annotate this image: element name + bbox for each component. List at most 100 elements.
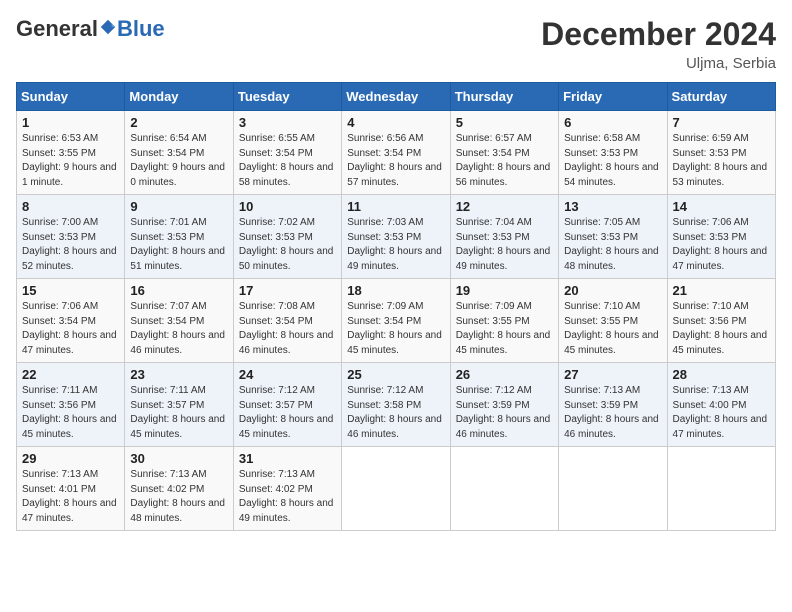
- day-info: Sunrise: 7:12 AM Sunset: 3:58 PM Dayligh…: [347, 384, 444, 442]
- day-number: 10: [239, 199, 336, 214]
- day-info: Sunrise: 7:12 AM Sunset: 3:59 PM Dayligh…: [456, 384, 553, 442]
- day-number: 4: [347, 115, 444, 130]
- day-info: Sunrise: 7:05 AM Sunset: 3:53 PM Dayligh…: [564, 216, 661, 274]
- page-header: General Blue December 2024 Uljma, Serbia: [16, 16, 776, 72]
- day-number: 13: [564, 199, 661, 214]
- day-of-week-header: Thursday: [450, 83, 558, 111]
- day-info: Sunrise: 7:13 AM Sunset: 3:59 PM Dayligh…: [564, 384, 661, 442]
- calendar-cell: 31 Sunrise: 7:13 AM Sunset: 4:02 PM Dayl…: [233, 447, 341, 531]
- day-number: 24: [239, 367, 336, 382]
- day-number: 19: [456, 283, 553, 298]
- day-info: Sunrise: 7:11 AM Sunset: 3:57 PM Dayligh…: [130, 384, 227, 442]
- calendar-cell: 10 Sunrise: 7:02 AM Sunset: 3:53 PM Dayl…: [233, 195, 341, 279]
- day-number: 29: [22, 451, 119, 466]
- day-info: Sunrise: 7:11 AM Sunset: 3:56 PM Dayligh…: [22, 384, 119, 442]
- day-number: 31: [239, 451, 336, 466]
- day-info: Sunrise: 7:06 AM Sunset: 3:54 PM Dayligh…: [22, 300, 119, 358]
- day-info: Sunrise: 6:55 AM Sunset: 3:54 PM Dayligh…: [239, 132, 336, 190]
- day-info: Sunrise: 6:56 AM Sunset: 3:54 PM Dayligh…: [347, 132, 444, 190]
- day-info: Sunrise: 7:00 AM Sunset: 3:53 PM Dayligh…: [22, 216, 119, 274]
- day-of-week-header: Tuesday: [233, 83, 341, 111]
- calendar-cell: 4 Sunrise: 6:56 AM Sunset: 3:54 PM Dayli…: [342, 111, 450, 195]
- day-of-week-header: Friday: [559, 83, 667, 111]
- calendar-cell: [342, 447, 450, 531]
- calendar-cell: 14 Sunrise: 7:06 AM Sunset: 3:53 PM Dayl…: [667, 195, 775, 279]
- calendar-cell: 15 Sunrise: 7:06 AM Sunset: 3:54 PM Dayl…: [17, 279, 125, 363]
- title-area: December 2024 Uljma, Serbia: [541, 16, 776, 72]
- day-number: 26: [456, 367, 553, 382]
- day-info: Sunrise: 7:03 AM Sunset: 3:53 PM Dayligh…: [347, 216, 444, 274]
- day-number: 6: [564, 115, 661, 130]
- calendar-cell: 13 Sunrise: 7:05 AM Sunset: 3:53 PM Dayl…: [559, 195, 667, 279]
- calendar-cell: 22 Sunrise: 7:11 AM Sunset: 3:56 PM Dayl…: [17, 363, 125, 447]
- day-number: 17: [239, 283, 336, 298]
- logo-blue: Blue: [117, 16, 165, 42]
- day-info: Sunrise: 6:54 AM Sunset: 3:54 PM Dayligh…: [130, 132, 227, 190]
- calendar-cell: [559, 447, 667, 531]
- day-number: 1: [22, 115, 119, 130]
- day-info: Sunrise: 7:13 AM Sunset: 4:01 PM Dayligh…: [22, 468, 119, 526]
- calendar-cell: 29 Sunrise: 7:13 AM Sunset: 4:01 PM Dayl…: [17, 447, 125, 531]
- day-number: 9: [130, 199, 227, 214]
- day-info: Sunrise: 7:13 AM Sunset: 4:02 PM Dayligh…: [130, 468, 227, 526]
- day-number: 30: [130, 451, 227, 466]
- day-info: Sunrise: 6:59 AM Sunset: 3:53 PM Dayligh…: [673, 132, 770, 190]
- day-number: 16: [130, 283, 227, 298]
- day-number: 22: [22, 367, 119, 382]
- day-info: Sunrise: 7:13 AM Sunset: 4:02 PM Dayligh…: [239, 468, 336, 526]
- calendar-cell: 16 Sunrise: 7:07 AM Sunset: 3:54 PM Dayl…: [125, 279, 233, 363]
- calendar-cell: 6 Sunrise: 6:58 AM Sunset: 3:53 PM Dayli…: [559, 111, 667, 195]
- calendar-cell: 1 Sunrise: 6:53 AM Sunset: 3:55 PM Dayli…: [17, 111, 125, 195]
- calendar-cell: 8 Sunrise: 7:00 AM Sunset: 3:53 PM Dayli…: [17, 195, 125, 279]
- calendar-cell: 28 Sunrise: 7:13 AM Sunset: 4:00 PM Dayl…: [667, 363, 775, 447]
- calendar-cell: 27 Sunrise: 7:13 AM Sunset: 3:59 PM Dayl…: [559, 363, 667, 447]
- day-number: 2: [130, 115, 227, 130]
- day-info: Sunrise: 7:06 AM Sunset: 3:53 PM Dayligh…: [673, 216, 770, 274]
- calendar-cell: 7 Sunrise: 6:59 AM Sunset: 3:53 PM Dayli…: [667, 111, 775, 195]
- calendar-cell: 12 Sunrise: 7:04 AM Sunset: 3:53 PM Dayl…: [450, 195, 558, 279]
- day-number: 18: [347, 283, 444, 298]
- day-info: Sunrise: 6:57 AM Sunset: 3:54 PM Dayligh…: [456, 132, 553, 190]
- day-number: 5: [456, 115, 553, 130]
- calendar-cell: [667, 447, 775, 531]
- day-info: Sunrise: 7:01 AM Sunset: 3:53 PM Dayligh…: [130, 216, 227, 274]
- day-number: 21: [673, 283, 770, 298]
- day-info: Sunrise: 7:07 AM Sunset: 3:54 PM Dayligh…: [130, 300, 227, 358]
- logo-general: General: [16, 16, 117, 42]
- day-info: Sunrise: 7:09 AM Sunset: 3:54 PM Dayligh…: [347, 300, 444, 358]
- day-number: 12: [456, 199, 553, 214]
- day-number: 25: [347, 367, 444, 382]
- day-number: 20: [564, 283, 661, 298]
- month-title: December 2024: [541, 16, 776, 53]
- day-number: 15: [22, 283, 119, 298]
- calendar-cell: 2 Sunrise: 6:54 AM Sunset: 3:54 PM Dayli…: [125, 111, 233, 195]
- day-of-week-header: Monday: [125, 83, 233, 111]
- calendar-cell: 23 Sunrise: 7:11 AM Sunset: 3:57 PM Dayl…: [125, 363, 233, 447]
- day-info: Sunrise: 7:10 AM Sunset: 3:56 PM Dayligh…: [673, 300, 770, 358]
- day-info: Sunrise: 7:13 AM Sunset: 4:00 PM Dayligh…: [673, 384, 770, 442]
- calendar-cell: 5 Sunrise: 6:57 AM Sunset: 3:54 PM Dayli…: [450, 111, 558, 195]
- day-number: 28: [673, 367, 770, 382]
- calendar-cell: 19 Sunrise: 7:09 AM Sunset: 3:55 PM Dayl…: [450, 279, 558, 363]
- calendar-cell: 24 Sunrise: 7:12 AM Sunset: 3:57 PM Dayl…: [233, 363, 341, 447]
- day-info: Sunrise: 6:53 AM Sunset: 3:55 PM Dayligh…: [22, 132, 119, 190]
- location: Uljma, Serbia: [541, 55, 776, 72]
- day-number: 8: [22, 199, 119, 214]
- calendar-cell: 3 Sunrise: 6:55 AM Sunset: 3:54 PM Dayli…: [233, 111, 341, 195]
- calendar-cell: 20 Sunrise: 7:10 AM Sunset: 3:55 PM Dayl…: [559, 279, 667, 363]
- day-of-week-header: Saturday: [667, 83, 775, 111]
- calendar-cell: 18 Sunrise: 7:09 AM Sunset: 3:54 PM Dayl…: [342, 279, 450, 363]
- calendar-cell: 17 Sunrise: 7:08 AM Sunset: 3:54 PM Dayl…: [233, 279, 341, 363]
- calendar-cell: 26 Sunrise: 7:12 AM Sunset: 3:59 PM Dayl…: [450, 363, 558, 447]
- day-number: 3: [239, 115, 336, 130]
- day-number: 23: [130, 367, 227, 382]
- day-number: 7: [673, 115, 770, 130]
- day-info: Sunrise: 7:04 AM Sunset: 3:53 PM Dayligh…: [456, 216, 553, 274]
- calendar-cell: 21 Sunrise: 7:10 AM Sunset: 3:56 PM Dayl…: [667, 279, 775, 363]
- calendar-cell: 25 Sunrise: 7:12 AM Sunset: 3:58 PM Dayl…: [342, 363, 450, 447]
- day-of-week-header: Wednesday: [342, 83, 450, 111]
- day-of-week-header: Sunday: [17, 83, 125, 111]
- day-number: 14: [673, 199, 770, 214]
- day-info: Sunrise: 7:09 AM Sunset: 3:55 PM Dayligh…: [456, 300, 553, 358]
- logo: General Blue: [16, 16, 165, 42]
